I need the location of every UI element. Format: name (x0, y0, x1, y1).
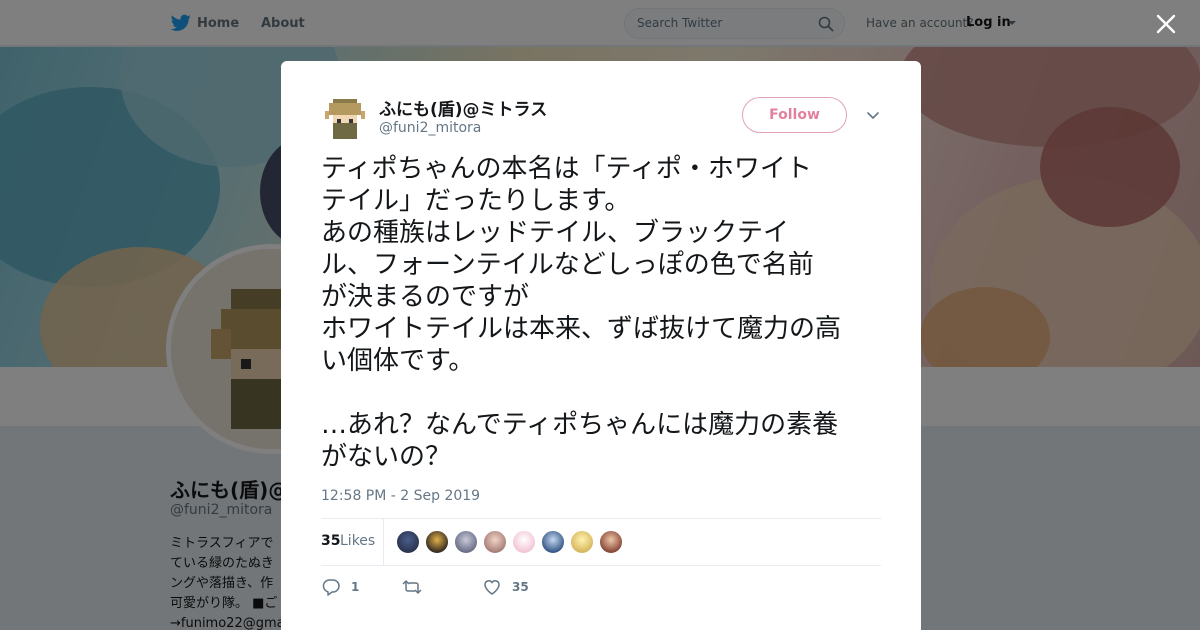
author-handle[interactable]: @funi2_mitora (379, 120, 481, 136)
liker-avatar[interactable] (599, 530, 623, 554)
likes-label[interactable]: Likes (340, 533, 375, 549)
tweet-stats: 35 Likes (321, 518, 881, 566)
liker-avatar[interactable] (541, 530, 565, 554)
author-name[interactable]: ふにも(盾)@ミトラス (379, 95, 547, 120)
liker-avatar[interactable] (425, 530, 449, 554)
tweet-text: ティポちゃんの本名は「ティポ・ホワイト テイル」だったりします。 あの種族はレッ… (321, 154, 842, 472)
tweet-actions: 1 35 (321, 577, 621, 597)
liker-avatar[interactable] (512, 530, 536, 554)
likes-count[interactable]: 35 (321, 533, 340, 549)
chevron-down-icon[interactable] (866, 111, 880, 121)
stats-divider (383, 519, 384, 565)
follow-button[interactable]: Follow (742, 97, 847, 133)
liker-avatar[interactable] (396, 530, 420, 554)
liker-avatar[interactable] (483, 530, 507, 554)
like-count: 35 (512, 580, 529, 594)
heart-icon[interactable] (482, 578, 502, 596)
liker-avatar[interactable] (570, 530, 594, 554)
liker-avatar[interactable] (454, 530, 478, 554)
reply-icon[interactable] (321, 578, 341, 596)
author-avatar[interactable] (321, 95, 369, 143)
close-icon[interactable] (1156, 14, 1176, 34)
retweet-icon[interactable] (401, 578, 423, 596)
tweet-modal: ふにも(盾)@ミトラス @funi2_mitora Follow ティポちゃんの… (281, 61, 921, 630)
reply-count: 1 (351, 580, 360, 594)
tweet-timestamp[interactable]: 12:58 PM - 2 Sep 2019 (321, 488, 480, 504)
